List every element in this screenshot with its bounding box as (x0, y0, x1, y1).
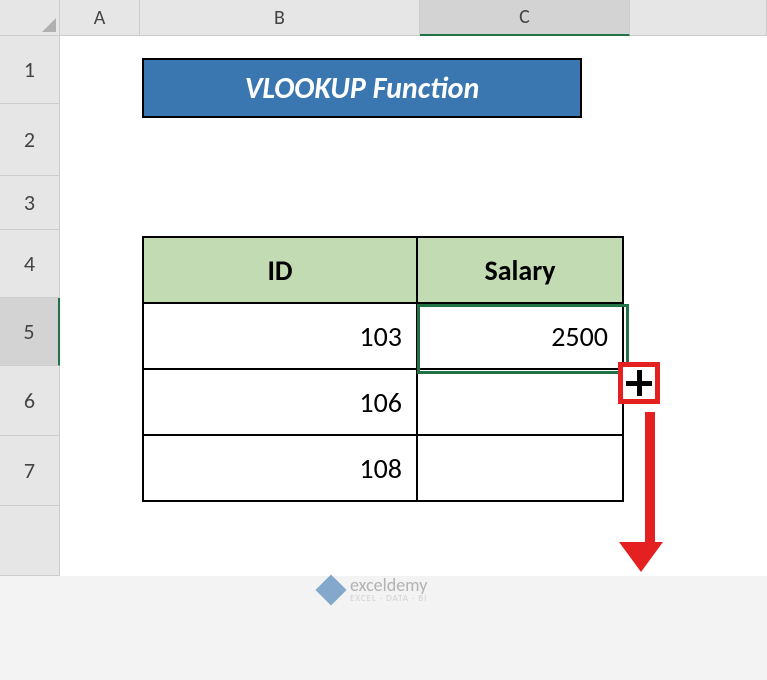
header-salary: Salary (417, 237, 623, 303)
logo-icon (315, 574, 346, 605)
cell-salary[interactable] (417, 369, 623, 435)
col-header-blank (630, 0, 767, 36)
plus-icon (626, 381, 652, 386)
cell-area[interactable]: VLOOKUP Function ID Salary 103 2500 106 … (60, 36, 767, 576)
col-header-b[interactable]: B (140, 0, 420, 36)
data-table: ID Salary 103 2500 106 108 (142, 236, 624, 502)
col-header-c[interactable]: C (420, 0, 630, 36)
arrow-down-icon (636, 412, 663, 572)
table-row[interactable]: 103 2500 (143, 303, 623, 369)
header-id: ID (143, 237, 417, 303)
watermark-brand: exceldemy (350, 576, 427, 594)
row-header-1[interactable]: 1 (0, 36, 60, 104)
row-header-2[interactable]: 2 (0, 104, 60, 176)
watermark: exceldemy EXCEL · DATA · BI (320, 576, 427, 603)
row-header-6[interactable]: 6 (0, 366, 60, 436)
cell-id[interactable]: 106 (143, 369, 417, 435)
col-header-a[interactable]: A (60, 0, 140, 36)
cell-salary[interactable]: 2500 (417, 303, 623, 369)
row-header-blank (0, 506, 60, 576)
row-header-4[interactable]: 4 (0, 230, 60, 298)
spreadsheet-grid: A B C 1 VLOOKUP Function ID Salary 103 2… (0, 0, 767, 576)
table-header-row: ID Salary (143, 237, 623, 303)
row-header-3[interactable]: 3 (0, 176, 60, 230)
cell-id[interactable]: 103 (143, 303, 417, 369)
row-header-5[interactable]: 5 (0, 298, 60, 366)
table-row[interactable]: 106 (143, 369, 623, 435)
cell-id[interactable]: 108 (143, 435, 417, 501)
cell-salary[interactable] (417, 435, 623, 501)
title-banner: VLOOKUP Function (142, 58, 582, 118)
row-header-7[interactable]: 7 (0, 436, 60, 506)
table-row[interactable]: 108 (143, 435, 623, 501)
fill-handle-icon[interactable] (618, 362, 660, 404)
select-all-corner[interactable] (0, 0, 60, 36)
watermark-tagline: EXCEL · DATA · BI (350, 594, 427, 603)
